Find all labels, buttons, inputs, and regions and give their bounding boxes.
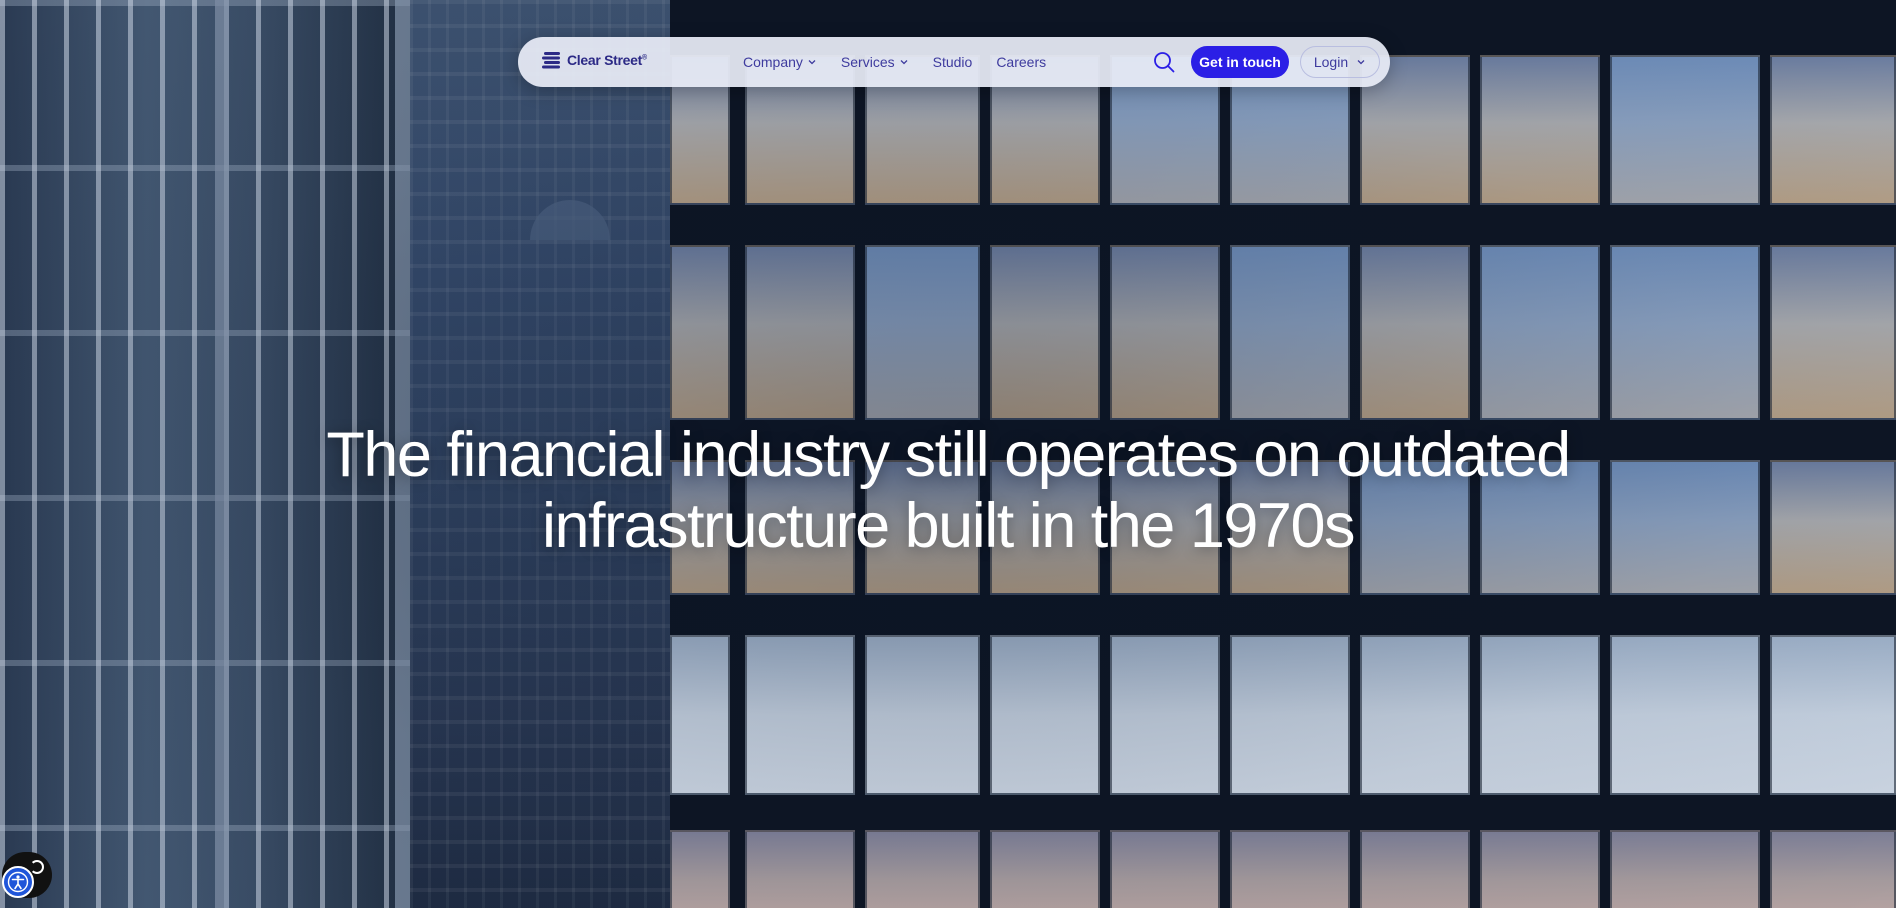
hero-headline-line-2: infrastructure built in the 1970s bbox=[542, 491, 1355, 561]
get-in-touch-button[interactable]: Get in touch bbox=[1191, 46, 1289, 78]
accessibility-icon bbox=[7, 871, 29, 893]
chevron-down-icon bbox=[1357, 60, 1365, 65]
brand-name: Clear Street® bbox=[567, 52, 647, 68]
accessibility-widget bbox=[0, 852, 54, 908]
login-button[interactable]: Login bbox=[1300, 46, 1380, 78]
search-button[interactable] bbox=[1152, 50, 1176, 74]
hero-headline-line-1: The financial industry still operates on… bbox=[326, 420, 1571, 490]
nav-item-services[interactable]: Services bbox=[841, 54, 909, 70]
brand-logo[interactable]: Clear Street® bbox=[542, 51, 647, 69]
chevron-down-icon bbox=[808, 60, 816, 65]
chat-icon bbox=[30, 860, 44, 874]
search-icon bbox=[1154, 52, 1175, 73]
nav-item-careers[interactable]: Careers bbox=[996, 54, 1046, 70]
clear-street-logo-icon bbox=[542, 52, 560, 69]
main-navigation: Clear Street® Company Services Studio Ca… bbox=[518, 37, 1390, 87]
nav-item-company[interactable]: Company bbox=[743, 54, 817, 70]
nav-item-studio[interactable]: Studio bbox=[933, 54, 973, 70]
hero-headline: The financial industry still operates on… bbox=[248, 420, 1648, 562]
nav-links: Company Services Studio Careers bbox=[743, 37, 1046, 87]
accessibility-button[interactable] bbox=[2, 866, 34, 898]
chevron-down-icon bbox=[900, 60, 908, 65]
